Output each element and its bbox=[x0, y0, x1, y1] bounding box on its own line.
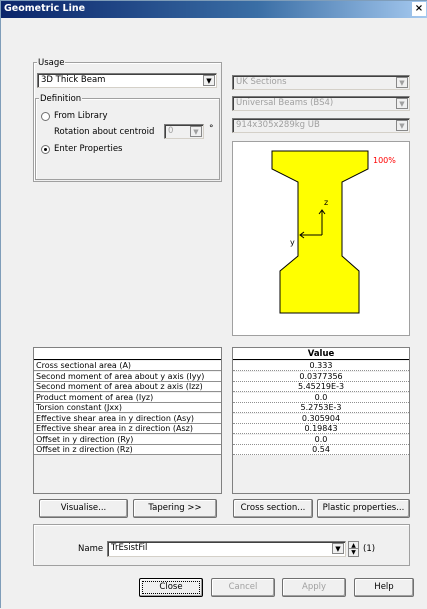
property-values-table: Value 0.333 0.0377356 5.45219E-3 0.0 5.2753E… bbox=[232, 347, 410, 494]
from-library-radio[interactable] bbox=[41, 112, 50, 121]
property-label-row: Product moment of area (Iyz) bbox=[34, 392, 221, 403]
cancel-button[interactable]: Cancel bbox=[211, 578, 275, 597]
property-label-row: Cross sectional area (A) bbox=[34, 361, 221, 371]
tapering-button[interactable]: Tapering >> bbox=[133, 499, 217, 518]
z-axis-label: z bbox=[324, 198, 328, 207]
property-label-row: Offset in y direction (Ry) bbox=[34, 434, 221, 445]
chevron-down-icon[interactable]: ▼ bbox=[203, 75, 215, 86]
usage-select-value: 3D Thick Beam bbox=[41, 75, 106, 85]
section-name-value: 914x305x289kg UB bbox=[236, 120, 320, 130]
property-label-row: Second moment of area about y axis (Iyy) bbox=[34, 371, 221, 382]
rotation-label: Rotation about centroid bbox=[54, 127, 155, 137]
rotation-select[interactable]: 0 ▼ bbox=[164, 124, 204, 139]
property-value-cell[interactable]: 0.305904 bbox=[233, 413, 409, 424]
property-value-cell[interactable]: 5.2753E-3 bbox=[233, 403, 409, 413]
chevron-down-icon[interactable]: ▼ bbox=[190, 126, 202, 137]
visualise-button[interactable]: Visualise... bbox=[39, 499, 128, 518]
usage-select[interactable]: 3D Thick Beam ▼ bbox=[37, 73, 217, 88]
name-spinner[interactable]: ▲ ▼ bbox=[348, 541, 359, 557]
definition-group-label: Definition bbox=[39, 94, 83, 104]
chevron-down-icon[interactable]: ▼ bbox=[396, 120, 408, 131]
cross-section-button[interactable]: Cross section... bbox=[233, 499, 313, 518]
plastic-properties-button[interactable]: Plastic properties... bbox=[317, 499, 410, 518]
enter-properties-label: Enter Properties bbox=[54, 144, 123, 154]
apply-button[interactable]: Apply bbox=[282, 578, 346, 597]
name-label: Name bbox=[78, 544, 104, 554]
rotation-select-value: 0 bbox=[168, 126, 174, 136]
section-name-select[interactable]: 914x305x289kg UB ▼ bbox=[232, 118, 410, 133]
property-labels-table: Cross sectional area (A) Second moment of… bbox=[33, 347, 222, 494]
spin-up-icon[interactable]: ▲ bbox=[349, 542, 358, 549]
enter-properties-radio[interactable] bbox=[41, 145, 50, 154]
property-value-cell[interactable]: 0.0377356 bbox=[233, 371, 409, 382]
from-library-label: From Library bbox=[54, 111, 108, 121]
window-title: Geometric Line bbox=[4, 3, 86, 14]
name-select[interactable]: TrEsistFil ▼ bbox=[107, 541, 346, 557]
dialog-client-area: Usage 3D Thick Beam ▼ Definition From Li… bbox=[1, 18, 427, 609]
property-label-row: Torsion constant (Jxx) bbox=[34, 403, 221, 413]
section-preview-drawing: z y 100% bbox=[271, 150, 396, 314]
property-value-cell[interactable]: 0.333 bbox=[233, 361, 409, 371]
section-family-select[interactable]: Universal Beams (BS4) ▼ bbox=[232, 96, 410, 111]
geometric-line-dialog: Geometric Line × Usage 3D Thick Beam ▼ D… bbox=[0, 0, 427, 609]
close-icon[interactable]: × bbox=[412, 2, 426, 16]
property-value-cell[interactable]: 0.0 bbox=[233, 434, 409, 445]
section-family-value: Universal Beams (BS4) bbox=[236, 98, 334, 108]
property-value-cell[interactable]: 5.45219E-3 bbox=[233, 382, 409, 392]
chevron-down-icon[interactable]: ▼ bbox=[396, 98, 408, 109]
value-column-header: Value bbox=[233, 348, 409, 360]
labels-header bbox=[34, 348, 221, 360]
property-label-row: Effective shear area in y direction (Asy… bbox=[34, 413, 221, 424]
property-label-row: Offset in z direction (Rz) bbox=[34, 445, 221, 455]
section-type-value: UK Sections bbox=[236, 77, 287, 87]
zoom-level-label: 100% bbox=[373, 156, 396, 165]
section-type-select[interactable]: UK Sections ▼ bbox=[232, 75, 410, 90]
section-preview: z y 100% bbox=[232, 141, 410, 336]
property-label-row: Effective shear area in z direction (Asz… bbox=[34, 424, 221, 434]
spin-down-icon[interactable]: ▼ bbox=[349, 549, 358, 556]
close-button[interactable]: Close bbox=[139, 578, 203, 597]
chevron-down-icon[interactable]: ▼ bbox=[332, 543, 344, 554]
property-value-cell[interactable]: 0.54 bbox=[233, 445, 409, 455]
y-axis-label: y bbox=[290, 238, 295, 247]
name-count: (1) bbox=[363, 544, 376, 554]
i-section-shape bbox=[271, 150, 369, 314]
property-label-row: Second moment of area about z axis (Izz) bbox=[34, 382, 221, 392]
chevron-down-icon[interactable]: ▼ bbox=[396, 77, 408, 88]
property-value-cell[interactable]: 0.0 bbox=[233, 392, 409, 403]
property-value-cell[interactable]: 0.19843 bbox=[233, 424, 409, 434]
name-select-value: TrEsistFil bbox=[111, 543, 148, 553]
title-bar[interactable]: Geometric Line × bbox=[1, 1, 427, 18]
help-button[interactable]: Help bbox=[354, 578, 414, 597]
usage-group-label: Usage bbox=[37, 58, 66, 68]
degree-unit-label: ° bbox=[209, 124, 214, 134]
